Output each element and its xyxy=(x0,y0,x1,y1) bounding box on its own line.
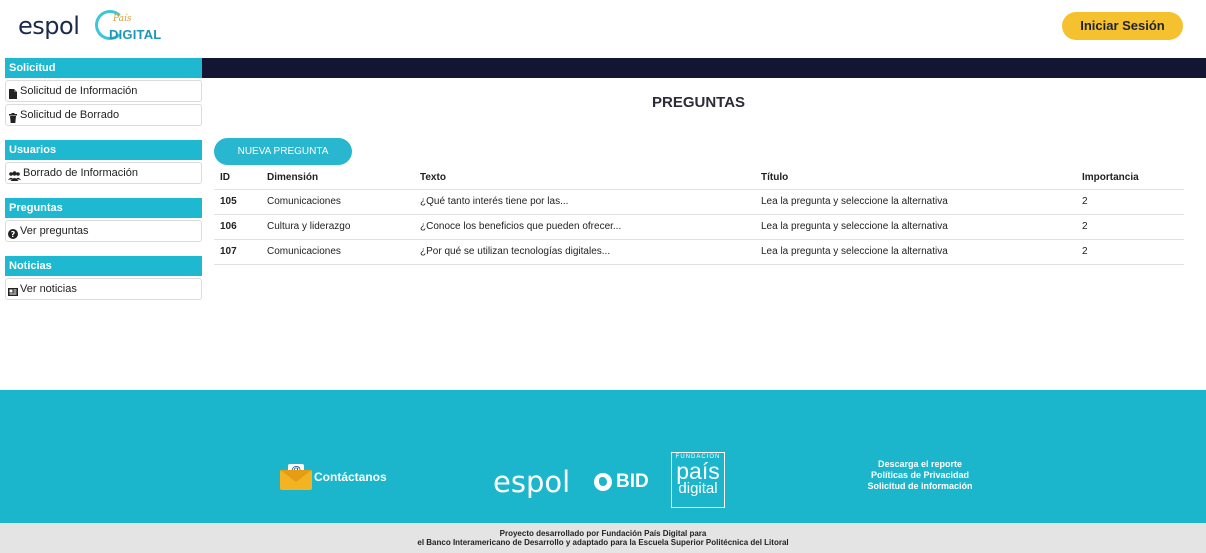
sidebar-item-label: Borrado de Información xyxy=(23,167,138,179)
globe-icon xyxy=(594,473,612,491)
privacy-policy-link[interactable]: Políticas de Privacidad xyxy=(845,470,995,481)
sidebar-section-preguntas: Preguntas xyxy=(5,198,202,218)
table-row[interactable]: 105 Comunicaciones ¿Qué tanto interés ti… xyxy=(214,189,1184,215)
cell-dimension: Comunicaciones xyxy=(267,239,420,265)
cell-texto: ¿Qué tanto interés tiene por las... xyxy=(420,189,761,215)
newspaper-icon xyxy=(8,284,18,296)
document-icon xyxy=(8,86,18,99)
credit-line-1: Proyecto desarrollado por Fundación País… xyxy=(499,529,707,538)
cell-titulo: Lea la pregunta y seleccione la alternat… xyxy=(761,239,1082,265)
table-row[interactable]: 107 Comunicaciones ¿Por qué se utilizan … xyxy=(214,239,1184,265)
pais-digital-logo[interactable]: País DIGITAL xyxy=(95,10,161,44)
cell-texto: ¿Conoce los beneficios que pueden ofrece… xyxy=(420,214,761,240)
questions-table: ID Dimensión Texto Título Importancia 10… xyxy=(214,167,1184,265)
cell-dimension: Cultura y liderazgo xyxy=(267,214,420,240)
question-circle-icon: ? xyxy=(8,226,18,239)
top-header: espol País DIGITAL Iniciar Sesión xyxy=(0,0,1206,58)
trash-icon xyxy=(8,110,18,123)
cell-titulo: Lea la pregunta y seleccione la alternat… xyxy=(761,214,1082,240)
info-request-link[interactable]: Solicitud de información xyxy=(845,481,995,492)
cell-id: 105 xyxy=(214,189,267,215)
sidebar: Solicitud Solicitud de Información Solic… xyxy=(5,58,202,300)
bid-label: BID xyxy=(616,471,649,492)
sidebar-item-label: Solicitud de Borrado xyxy=(20,109,120,121)
cell-importancia: 2 xyxy=(1082,239,1184,265)
table-header-row: ID Dimensión Texto Título Importancia xyxy=(214,167,1184,190)
table-row[interactable]: 106 Cultura y liderazgo ¿Conoce los bene… xyxy=(214,214,1184,240)
footer-links: Descarga el reporte Políticas de Privaci… xyxy=(845,459,995,492)
download-report-link[interactable]: Descarga el reporte xyxy=(845,459,995,470)
footer-pais-digital-logo: FUNDACIÓN país digital xyxy=(671,452,725,508)
sidebar-item-borrado-informacion[interactable]: Borrado de Información xyxy=(5,162,202,184)
cell-texto: ¿Por qué se utilizan tecnologías digital… xyxy=(420,239,761,265)
sidebar-item-label: Solicitud de Información xyxy=(20,85,138,97)
sidebar-item-ver-preguntas[interactable]: ? Ver preguntas xyxy=(5,220,202,242)
sidebar-item-solicitud-informacion[interactable]: Solicitud de Información xyxy=(5,80,202,102)
column-header-texto[interactable]: Texto xyxy=(420,167,761,190)
envelope-icon: @ xyxy=(280,464,312,490)
sidebar-item-label: Ver preguntas xyxy=(20,225,89,237)
credits-bar: Proyecto desarrollado por Fundación País… xyxy=(0,523,1206,553)
column-header-dimension[interactable]: Dimensión xyxy=(267,167,420,190)
cell-dimension: Comunicaciones xyxy=(267,189,420,215)
cell-id: 106 xyxy=(214,214,267,240)
contact-link[interactable]: @ Contáctanos xyxy=(280,464,387,490)
credit-line-2: el Banco Interamericano de Desarrollo y … xyxy=(417,538,789,547)
column-header-id[interactable]: ID xyxy=(214,167,267,190)
pais-label: país xyxy=(676,458,720,484)
cell-importancia: 2 xyxy=(1082,214,1184,240)
digital-label: digital xyxy=(678,480,718,497)
footer xyxy=(0,390,1206,523)
page: espol País DIGITAL Iniciar Sesión Solici… xyxy=(0,0,1206,553)
new-question-button[interactable]: NUEVA PREGUNTA xyxy=(214,138,352,165)
sidebar-section-usuarios: Usuarios xyxy=(5,140,202,160)
login-button[interactable]: Iniciar Sesión xyxy=(1062,12,1183,40)
svg-text:?: ? xyxy=(11,230,16,239)
pais-digital-big-text: DIGITAL xyxy=(109,27,162,42)
footer-espol-logo: espol xyxy=(493,465,571,499)
page-title: PREGUNTAS xyxy=(652,94,746,111)
footer-bid-logo: BID xyxy=(594,471,649,493)
cell-importancia: 2 xyxy=(1082,189,1184,215)
pais-digital-small-text: País xyxy=(113,14,132,24)
dark-banner xyxy=(201,58,1206,78)
sidebar-item-label: Ver noticias xyxy=(20,283,77,295)
espol-logo[interactable]: espol xyxy=(18,12,80,40)
contact-label: Contáctanos xyxy=(314,470,387,484)
cell-id: 107 xyxy=(214,239,267,265)
column-header-importancia[interactable]: Importancia xyxy=(1082,167,1184,190)
users-icon xyxy=(8,168,21,181)
cell-titulo: Lea la pregunta y seleccione la alternat… xyxy=(761,189,1082,215)
sidebar-item-ver-noticias[interactable]: Ver noticias xyxy=(5,278,202,300)
column-header-titulo[interactable]: Título xyxy=(761,167,1082,190)
sidebar-section-solicitud: Solicitud xyxy=(5,58,202,78)
sidebar-section-noticias: Noticias xyxy=(5,256,202,276)
sidebar-item-solicitud-borrado[interactable]: Solicitud de Borrado xyxy=(5,104,202,126)
